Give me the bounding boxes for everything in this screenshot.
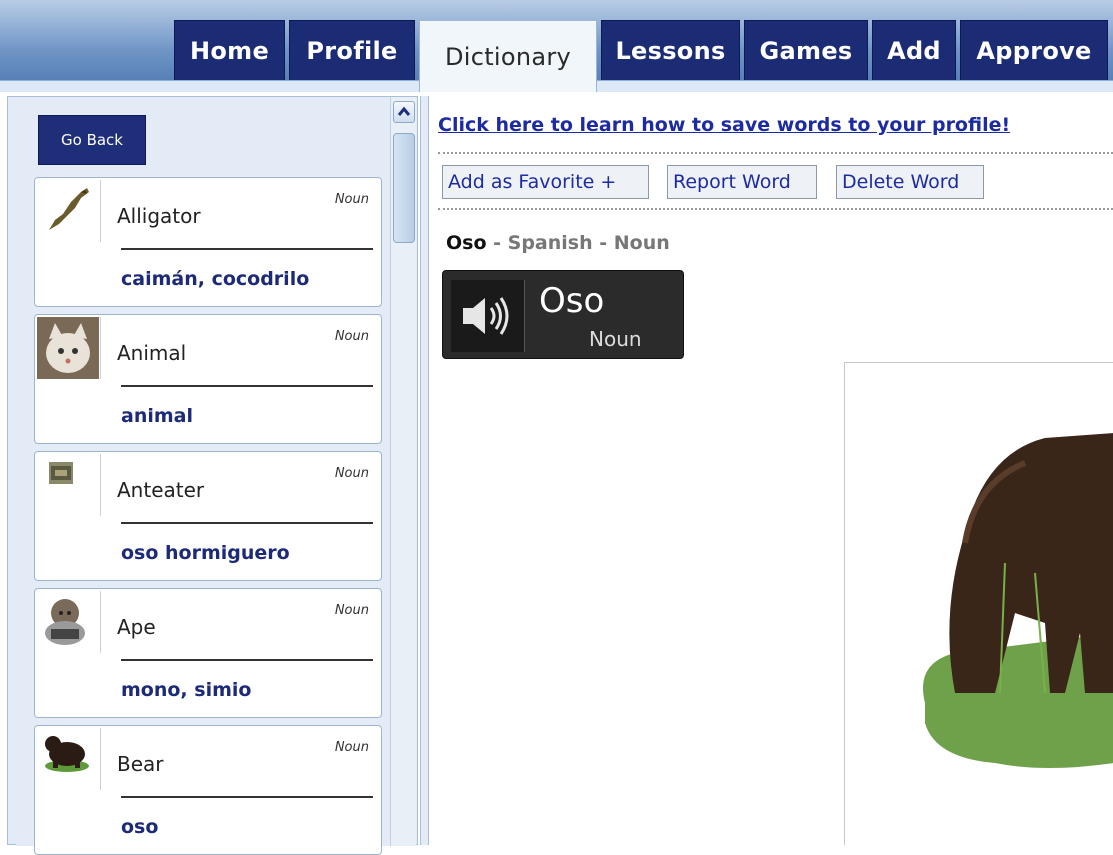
word-divider <box>121 659 373 661</box>
animal-icon <box>37 317 99 379</box>
learn-save-words-link[interactable]: Click here to learn how to save words to… <box>438 114 1010 136</box>
thumb-separator <box>100 180 101 242</box>
tab-home[interactable]: Home <box>174 20 285 80</box>
tab-lessons[interactable]: Lessons <box>601 20 740 80</box>
pane-divider[interactable] <box>420 96 429 845</box>
play-audio-button[interactable]: Oso Noun <box>442 270 684 359</box>
tab-dictionary[interactable]: Dictionary <box>419 20 597 92</box>
translation: caimán, cocodrilo <box>121 268 310 290</box>
part-of-speech: Noun <box>334 329 369 344</box>
word-card-anteater[interactable]: Anteater Noun oso hormiguero <box>34 451 382 581</box>
entry-separator: - <box>486 232 508 254</box>
report-word-button[interactable]: Report Word <box>667 165 817 199</box>
bear-photo <box>923 433 1113 768</box>
scroll-thumb[interactable] <box>393 133 415 243</box>
word-divider <box>121 385 373 387</box>
thumb-separator <box>100 728 101 790</box>
word-card-bear[interactable]: Bear Noun oso <box>34 725 382 855</box>
delete-word-button[interactable]: Delete Word <box>836 165 984 199</box>
audio-word: Oso <box>539 281 605 321</box>
dotted-divider <box>438 152 1113 154</box>
entry-separator: - <box>592 232 614 254</box>
part-of-speech: Noun <box>334 603 369 618</box>
go-back-button[interactable]: Go Back <box>38 115 146 165</box>
audio-part-of-speech: Noun <box>589 327 642 351</box>
word-divider <box>121 796 373 798</box>
translation: animal <box>121 405 193 427</box>
sidebar-scrollbar[interactable] <box>390 97 416 846</box>
word-label: Bear <box>117 752 164 776</box>
translation: oso <box>121 816 159 838</box>
chevron-up-icon <box>397 106 411 116</box>
word-divider <box>121 522 373 524</box>
word-card-ape[interactable]: Ape Noun mono, simio <box>34 588 382 718</box>
bear-icon <box>45 736 89 772</box>
word-label: Anteater <box>117 478 205 502</box>
tab-games[interactable]: Games <box>744 20 868 80</box>
speaker-icon <box>451 280 525 352</box>
tab-profile[interactable]: Profile <box>289 20 415 80</box>
tab-add[interactable]: Add <box>872 20 956 80</box>
dotted-divider <box>438 208 1113 210</box>
part-of-speech: Noun <box>334 466 369 481</box>
translation: mono, simio <box>121 679 252 701</box>
add-favorite-button[interactable]: Add as Favorite + <box>442 165 649 199</box>
thumb-separator <box>100 454 101 516</box>
scroll-up-button[interactable] <box>393 101 415 123</box>
word-list: Go Back Alligator Noun caimán, cocodrilo <box>16 97 390 855</box>
thumb-separator <box>100 591 101 653</box>
word-label: Alligator <box>117 204 201 228</box>
word-image <box>844 362 1113 845</box>
tab-approve[interactable]: Approve <box>960 20 1108 80</box>
entry-language: Spanish <box>507 232 593 254</box>
word-label: Animal <box>117 341 187 365</box>
entry-word: Oso <box>446 232 487 254</box>
word-card-animal[interactable]: Animal Noun animal <box>34 314 382 444</box>
word-detail-panel: Click here to learn how to save words to… <box>430 96 1113 845</box>
word-divider <box>121 248 373 250</box>
anteater-icon <box>49 462 73 484</box>
word-list-sidebar: Go Back Alligator Noun caimán, cocodrilo <box>7 96 418 855</box>
part-of-speech: Noun <box>334 740 369 755</box>
part-of-speech: Noun <box>334 192 369 207</box>
entry-part-of-speech: Noun <box>613 232 670 254</box>
word-label: Ape <box>117 615 156 639</box>
thumb-separator <box>100 317 101 379</box>
entry-heading: Oso - Spanish - Noun <box>446 232 670 254</box>
ape-icon <box>45 599 85 645</box>
word-card-alligator[interactable]: Alligator Noun caimán, cocodrilo <box>34 177 382 307</box>
alligator-icon <box>49 188 89 230</box>
translation: oso hormiguero <box>121 542 290 564</box>
top-navigation-bar: Home Profile Dictionary Lessons Games Ad… <box>0 0 1113 92</box>
